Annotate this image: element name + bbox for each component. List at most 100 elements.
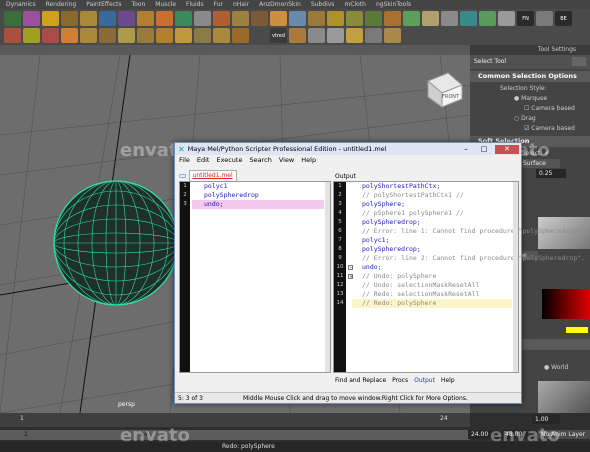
shelf-tool-icon[interactable] — [251, 11, 268, 26]
camera-based-check[interactable]: ☐ Camera based — [470, 104, 590, 114]
shelf-tool-icon[interactable] — [61, 11, 78, 26]
shelf-tool-icon[interactable] — [137, 11, 154, 26]
shelf-tool-icon[interactable] — [118, 11, 135, 26]
shelf-tab[interactable]: ngSkinTools — [376, 0, 411, 9]
code-line[interactable]: polyc1 — [192, 182, 324, 191]
shelf-tool-icon[interactable] — [194, 11, 211, 26]
shelf-tool-icon[interactable] — [308, 11, 325, 26]
falloff-field[interactable]: 0.25 — [536, 169, 566, 178]
shelf-tool-icon[interactable] — [99, 11, 116, 26]
shelf-tool-icon[interactable] — [4, 11, 21, 26]
editor-scrollbar[interactable] — [325, 182, 330, 372]
shelf-tool-icon[interactable] — [232, 11, 249, 26]
shelf-tool-icon[interactable] — [118, 28, 135, 43]
current-time-field[interactable]: 1.00 — [532, 415, 560, 424]
drag-radio[interactable]: ○ Drag — [470, 114, 590, 124]
shelf-tool-icon[interactable] — [213, 11, 230, 26]
shelf-tab[interactable]: Dynamics — [6, 0, 36, 9]
shelf-tool-icon[interactable] — [346, 11, 363, 26]
shelf-tab[interactable]: Toon — [131, 0, 145, 9]
shelf-tool-icon[interactable] — [384, 28, 401, 43]
shelf-tool-icon[interactable] — [194, 28, 211, 43]
shelf-tool-icon[interactable] — [156, 11, 173, 26]
marquee-radio[interactable]: ● Marquee — [470, 94, 590, 104]
shelf-tool-icon[interactable] — [80, 28, 97, 43]
menu-file[interactable]: File — [179, 155, 190, 165]
color-swatch[interactable] — [566, 327, 588, 333]
view-cube[interactable] — [427, 72, 463, 108]
shelf-tool-icon[interactable] — [23, 28, 40, 43]
menu-view[interactable]: View — [279, 155, 294, 165]
shelf-tool-icon[interactable] — [251, 28, 268, 43]
shelf-tool-icon[interactable] — [137, 28, 154, 43]
shelf-tool-icon[interactable] — [42, 28, 59, 43]
shelf-tool-icon[interactable] — [441, 11, 458, 26]
shelf-tab[interactable]: PaintEffects — [86, 0, 121, 9]
menu-edit[interactable]: Edit — [197, 155, 210, 165]
shelf-tab[interactable]: Rendering — [46, 0, 77, 9]
section-common-selection[interactable]: Common Selection Options — [470, 71, 590, 82]
shelf-tab[interactable]: AnzDmonSkin — [259, 0, 301, 9]
shelf-tool-icon[interactable] — [460, 11, 477, 26]
shelf-tool-icon[interactable] — [289, 28, 306, 43]
camera-based-check-2[interactable]: ☑ Camera based — [470, 124, 590, 134]
shelf-tab[interactable]: mCloth — [344, 0, 366, 9]
tab-procs[interactable]: Procs — [392, 377, 408, 384]
shelf-tool-icon[interactable] — [213, 28, 230, 43]
shelf-tool-icon[interactable] — [422, 11, 439, 26]
tab-find-and-replace[interactable]: Find and Replace — [335, 377, 386, 384]
shelf-tool-icon[interactable] — [479, 11, 496, 26]
color-ramp[interactable] — [542, 289, 590, 319]
shelf-tool-icon[interactable]: vtred — [270, 28, 287, 43]
shelf-tool-icon[interactable] — [42, 11, 59, 26]
shelf-tool-icon[interactable] — [80, 11, 97, 26]
output-pane[interactable]: 1 2 3 4 5 6 7 8 9 10 11 12 13 14 − + polyShortestPath… — [333, 181, 585, 373]
close-button[interactable]: ✕ — [495, 144, 519, 154]
shelf-tool-icon[interactable] — [289, 11, 306, 26]
shelf-tab[interactable]: Fur — [214, 0, 223, 9]
shelf-tool-icon[interactable] — [270, 11, 287, 26]
shelf-tool-icon[interactable]: BE — [555, 11, 572, 26]
shelf-tool-icon[interactable] — [175, 11, 192, 26]
time-slider[interactable]: 1 24 — [0, 413, 470, 427]
editor-tab[interactable]: ▭ untitled1.mel — [179, 170, 237, 182]
menu-execute[interactable]: Execute — [216, 155, 242, 165]
world-radio[interactable]: ● World — [544, 363, 568, 373]
shelf-tool-icon[interactable] — [498, 11, 515, 26]
shelf-tool-icon[interactable]: FN — [517, 11, 534, 26]
shelf-tab[interactable]: Fluids — [186, 0, 204, 9]
shelf-tool-icon[interactable] — [365, 11, 382, 26]
menu-search[interactable]: Search — [249, 155, 271, 165]
scripter-window[interactable]: ✕ Maya Mel/Python Scripter Professional … — [174, 142, 585, 404]
menu-help[interactable]: Help — [301, 155, 316, 165]
preview-curve[interactable] — [538, 381, 590, 413]
shelf-tool-icon[interactable] — [536, 11, 553, 26]
shelf-tool-icon[interactable] — [232, 28, 249, 43]
shelf-tool-icon[interactable] — [403, 11, 420, 26]
window-titlebar[interactable]: ✕ Maya Mel/Python Scripter Professional … — [175, 143, 521, 155]
shelf-tool-icon[interactable] — [327, 11, 344, 26]
range-slider[interactable]: 1 24 — [0, 430, 470, 440]
code-line[interactable]: undo; — [192, 200, 324, 209]
script-editor-pane[interactable]: 1 2 3 polyc1 polySpheredrop undo; — [179, 181, 331, 373]
reset-button[interactable] — [572, 57, 586, 66]
code-line[interactable]: polySpheredrop — [192, 191, 324, 200]
shelf-tool-icon[interactable] — [346, 28, 363, 43]
sphere-mesh[interactable] — [53, 180, 179, 306]
editor-code[interactable]: polyc1 polySpheredrop undo; — [192, 182, 324, 209]
shelf-tool-icon[interactable] — [384, 11, 401, 26]
shelf-tool-icon[interactable] — [4, 28, 21, 43]
shelf-tab[interactable]: Muscle — [155, 0, 176, 9]
shelf-tool-icon[interactable] — [308, 28, 325, 43]
shelf-tab[interactable]: nHair — [233, 0, 249, 9]
shelf-tool-icon[interactable] — [365, 28, 382, 43]
shelf-tool-icon[interactable] — [23, 11, 40, 26]
minimize-button[interactable]: – — [459, 145, 473, 154]
shelf-tool-icon[interactable] — [99, 28, 116, 43]
shelf-tool-icon[interactable] — [61, 28, 78, 43]
tab-help[interactable]: Help — [441, 377, 455, 384]
shelf-tool-icon[interactable] — [175, 28, 192, 43]
shelf-tool-icon[interactable] — [327, 28, 344, 43]
shelf-tool-icon[interactable] — [156, 28, 173, 43]
shelf-tab[interactable]: Subdivs — [311, 0, 335, 9]
